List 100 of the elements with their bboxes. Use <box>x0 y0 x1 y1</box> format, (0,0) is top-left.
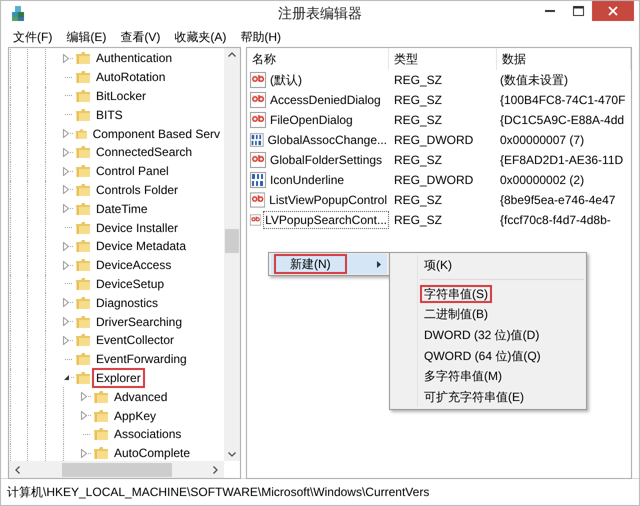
folder-icon <box>75 126 88 141</box>
expand-arrow-icon[interactable] <box>63 317 69 326</box>
expand-arrow-icon[interactable] <box>63 166 69 176</box>
folder-icon <box>75 296 91 310</box>
folder-icon <box>93 408 109 423</box>
value-name[interactable]: IconUnderline <box>268 171 346 189</box>
tree-item[interactable]: BITS <box>92 104 127 125</box>
value-type: REG_SZ <box>393 193 444 207</box>
menu-item[interactable]: 项(K) <box>420 256 456 274</box>
scroll-right-icon[interactable] <box>213 466 218 474</box>
value-name[interactable]: FileOpenDialog <box>268 111 355 129</box>
value-data: {100B4FC8-74C1-470F <box>499 93 626 107</box>
close-button[interactable] <box>592 1 634 21</box>
tree-item[interactable]: DeviceSetup <box>92 274 168 294</box>
value-type: REG_SZ <box>393 73 444 87</box>
tree-item[interactable]: AutoRotation <box>92 67 170 88</box>
menu-item[interactable]: 可扩充字符串值(E) <box>420 388 528 406</box>
menu-item[interactable]: 字符串值(S) <box>420 284 492 303</box>
menu-item[interactable]: 文件(F) <box>6 28 60 46</box>
collapse-arrow-icon[interactable] <box>63 374 70 382</box>
expand-arrow-icon[interactable] <box>81 392 87 402</box>
binary-value-icon <box>250 172 266 188</box>
value-name[interactable]: ListViewPopupControl <box>267 191 389 209</box>
tree-item[interactable]: BitLocker <box>92 86 150 106</box>
string-value-icon <box>250 72 266 88</box>
folder-icon <box>75 51 91 66</box>
tree-item[interactable]: Device Installer <box>92 218 182 238</box>
tree-item[interactable]: Controls Folder <box>92 180 182 200</box>
value-data: {DC1C5A9C-E88A-4dd <box>499 113 626 127</box>
string-value-icon <box>250 112 266 128</box>
tree-item[interactable]: Advanced <box>110 386 172 407</box>
scroll-left-icon[interactable] <box>15 466 20 474</box>
tree-item[interactable]: Component Based Serv <box>88 124 224 144</box>
tree-item[interactable]: Authentication <box>92 48 176 68</box>
value-data: (数值未设置) <box>499 72 569 88</box>
folder-icon <box>75 88 91 103</box>
menu-item[interactable]: DWORD (32 位)值(D) <box>420 326 544 344</box>
value-data: 0x00000007 (7) <box>499 133 586 147</box>
value-name[interactable]: GlobalFolderSettings <box>268 151 384 169</box>
menu-item[interactable]: 编辑(E) <box>59 28 114 46</box>
string-value-icon <box>250 92 266 108</box>
tree-item[interactable]: Associations <box>110 424 186 444</box>
tree-item[interactable]: Diagnostics <box>92 292 162 313</box>
expand-arrow-icon[interactable] <box>63 242 69 251</box>
tree-item[interactable]: DeviceAccess <box>92 255 176 276</box>
menu-item[interactable]: 二进制值(B) <box>420 305 492 324</box>
expand-arrow-icon[interactable] <box>63 298 69 308</box>
tree-item[interactable]: Device Metadata <box>92 236 190 256</box>
tree-item[interactable]: ConnectedSearch <box>92 142 196 162</box>
value-data: 0x00000002 (2) <box>499 173 586 187</box>
value-name[interactable]: (默认) <box>268 71 304 89</box>
tree-item[interactable]: AutoComplete <box>110 443 194 461</box>
expand-arrow-icon[interactable] <box>63 148 69 157</box>
folder-icon <box>75 333 91 348</box>
tree-item[interactable]: AppKey <box>110 406 160 426</box>
folder-icon <box>75 164 91 178</box>
expand-arrow-icon[interactable] <box>63 336 69 345</box>
value-type: REG_SZ <box>393 113 444 127</box>
folder-icon <box>75 352 91 366</box>
tree-item[interactable]: DriverSearching <box>92 312 186 332</box>
scroll-down-icon[interactable] <box>228 452 236 457</box>
column-header[interactable]: 数据 <box>497 48 631 70</box>
scroll-thumb[interactable] <box>62 462 172 476</box>
menu-item-label: 新建(N) <box>274 254 347 274</box>
value-type: REG_SZ <box>393 93 444 107</box>
expand-arrow-icon[interactable] <box>63 204 69 214</box>
tree-item[interactable]: Explorer <box>92 368 145 388</box>
value-type: REG_DWORD <box>393 133 474 147</box>
expand-arrow-icon[interactable] <box>63 185 69 194</box>
folder-icon <box>75 258 91 272</box>
expand-arrow-icon[interactable] <box>63 54 69 63</box>
maximize-icon <box>572 6 584 16</box>
scroll-thumb[interactable] <box>225 229 239 253</box>
menu-item[interactable]: 新建(N) <box>271 254 387 274</box>
menu-item[interactable]: QWORD (64 位)值(Q) <box>420 346 545 365</box>
column-header[interactable]: 类型 <box>389 48 497 70</box>
value-name[interactable]: AccessDeniedDialog <box>268 91 383 109</box>
menu-item[interactable]: 帮助(H) <box>233 28 288 46</box>
menu-item[interactable]: 查看(V) <box>113 28 168 46</box>
expand-arrow-icon[interactable] <box>63 129 69 138</box>
expand-arrow-icon[interactable] <box>81 411 87 420</box>
folder-icon <box>75 70 91 84</box>
expand-arrow-icon[interactable] <box>63 260 69 270</box>
tree-item[interactable]: Control Panel <box>92 161 173 182</box>
value-name[interactable]: LVPopupSearchCont... <box>263 211 389 229</box>
expand-arrow-icon[interactable] <box>81 448 87 458</box>
menu-item[interactable]: 多字符串值(M) <box>420 367 506 386</box>
window-title: 注册表编辑器 <box>278 5 362 21</box>
folder-icon <box>93 390 109 404</box>
vertical-scrollbar[interactable] <box>224 48 240 461</box>
column-header[interactable]: 名称 <box>247 48 389 70</box>
horizontal-scrollbar[interactable] <box>9 461 224 478</box>
tree-item[interactable]: EventForwarding <box>92 349 191 370</box>
string-value-icon <box>250 212 262 228</box>
tree-item[interactable]: EventCollector <box>92 330 178 350</box>
tree-item[interactable]: DateTime <box>92 198 152 219</box>
value-data: {fccf70c8-f4d7-4d8b- <box>499 213 612 227</box>
menu-item[interactable]: 收藏夹(A) <box>167 28 234 46</box>
scroll-up-icon[interactable] <box>228 52 236 57</box>
value-name[interactable]: GlobalAssocChange... <box>266 131 389 149</box>
